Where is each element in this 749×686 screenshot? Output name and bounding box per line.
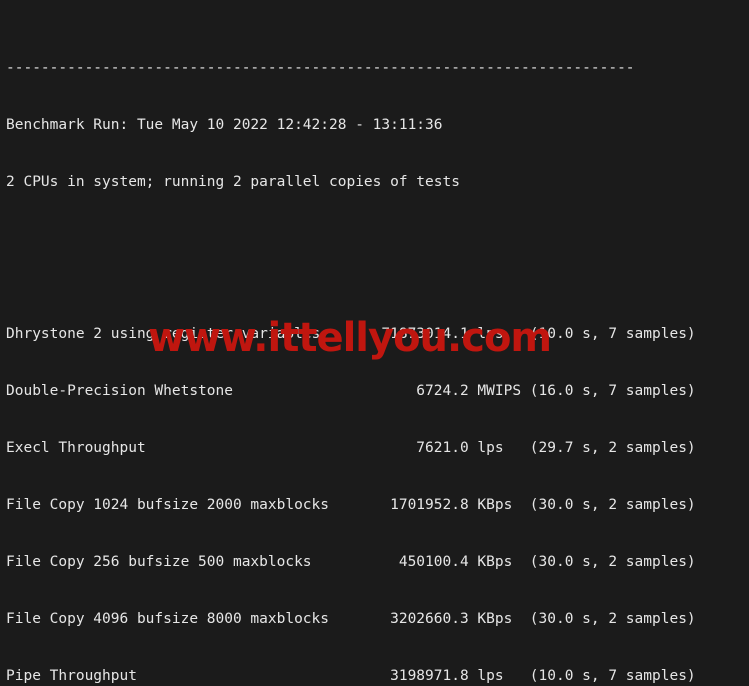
- result-row: Execl Throughput 7621.0 lps (29.7 s, 2 s…: [6, 440, 696, 456]
- terminal-window: ----------------------------------------…: [0, 0, 749, 686]
- terminal-output: ----------------------------------------…: [6, 2, 696, 686]
- benchmark-run-line: Benchmark Run: Tue May 10 2022 12:42:28 …: [6, 117, 443, 133]
- result-row: Pipe Throughput 3198971.8 lps (10.0 s, 7…: [6, 668, 696, 684]
- result-row: File Copy 4096 bufsize 8000 maxblocks 32…: [6, 611, 696, 627]
- cpu-info-line: 2 CPUs in system; running 2 parallel cop…: [6, 174, 460, 190]
- result-row: Dhrystone 2 using register variables 718…: [6, 326, 696, 342]
- result-row: Double-Precision Whetstone 6724.2 MWIPS …: [6, 383, 696, 399]
- result-row: File Copy 256 bufsize 500 maxblocks 4501…: [6, 554, 696, 570]
- top-rule: ----------------------------------------…: [6, 60, 635, 76]
- result-row: File Copy 1024 bufsize 2000 maxblocks 17…: [6, 497, 696, 513]
